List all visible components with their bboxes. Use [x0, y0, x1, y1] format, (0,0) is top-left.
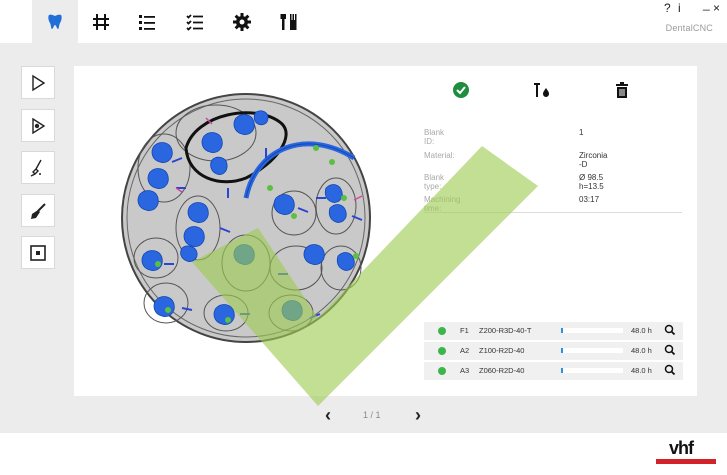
zoom-job-button[interactable]	[664, 344, 676, 358]
preview-button[interactable]	[21, 109, 55, 142]
info-divider	[424, 212, 682, 213]
minimize-button[interactable]: _	[703, 0, 710, 11]
info-label: Machining time:	[424, 195, 461, 213]
job-name: Z060-R2D-40	[479, 366, 525, 375]
tab-list[interactable]	[124, 0, 170, 43]
vhf-logo: vhf	[656, 438, 716, 466]
prev-page-button[interactable]: ‹	[325, 405, 331, 425]
gear-icon	[233, 12, 251, 31]
mill-button[interactable]	[21, 151, 55, 184]
pager: ‹ 1 / 1 ›	[325, 405, 435, 425]
close-button[interactable]: ×	[713, 1, 720, 15]
job-progress-bar	[561, 348, 623, 353]
blank-nesting-view[interactable]	[116, 88, 376, 348]
delete-button[interactable]	[611, 79, 633, 101]
brush-icon	[31, 202, 46, 219]
tab-tools[interactable]	[266, 0, 312, 43]
job-position: A3	[460, 366, 470, 375]
info-value: 03:17	[579, 195, 600, 204]
job-position: A2	[460, 346, 470, 355]
job-row[interactable]: A3 Z060-R2D-40 48.0 h	[424, 362, 683, 380]
trash-icon	[616, 82, 628, 98]
tool-drop-icon	[534, 83, 549, 97]
help-button[interactable]: ?	[664, 1, 671, 15]
zoom-job-button[interactable]	[664, 324, 676, 338]
logo-bar	[656, 459, 716, 464]
info-value: Ø 98.5 h=13.5	[579, 173, 604, 191]
milling-tool-icon	[30, 159, 42, 177]
progress-fill	[561, 348, 563, 353]
list-icon	[139, 14, 155, 30]
status-dot	[438, 347, 446, 355]
position-button[interactable]	[21, 236, 55, 269]
eye-play-icon	[32, 117, 46, 134]
clean-button[interactable]	[21, 194, 55, 227]
tab-tooth[interactable]	[32, 0, 78, 43]
tab-settings[interactable]	[219, 0, 265, 43]
job-time: 48.0 h	[631, 366, 652, 375]
job-position: F1	[460, 326, 469, 335]
status-dot	[438, 327, 446, 335]
tool-liquid-button[interactable]	[531, 79, 553, 101]
top-bar: ? i _ × DentalCNC	[0, 0, 727, 43]
magnifier-icon	[664, 364, 676, 376]
blank-panel: Blank ID: 1 Material: Zirconia -D Blank ty…	[74, 66, 697, 396]
confirm-button[interactable]	[450, 79, 472, 101]
checklist-icon	[186, 13, 203, 31]
brand-label: DentalCNC	[665, 23, 713, 33]
progress-fill	[561, 368, 563, 373]
next-page-button[interactable]: ›	[415, 405, 421, 425]
zoom-job-button[interactable]	[664, 364, 676, 378]
job-name: Z200-R3D-40-T	[479, 326, 532, 335]
job-row[interactable]: F1 Z200-R3D-40-T 48.0 h	[424, 322, 683, 340]
info-label: Blank type:	[424, 173, 445, 191]
info-value: 1	[579, 128, 584, 137]
tools-icon	[280, 13, 297, 30]
info-button[interactable]: i	[678, 1, 681, 15]
logo-text: vhf	[669, 438, 694, 458]
job-time: 48.0 h	[631, 346, 652, 355]
job-time: 48.0 h	[631, 326, 652, 335]
info-label: Material:	[424, 151, 455, 160]
confirm-check-icon	[453, 82, 469, 98]
magnifier-icon	[664, 344, 676, 356]
job-row[interactable]: A2 Z100-R2D-40 48.0 h	[424, 342, 683, 360]
progress-fill	[561, 328, 563, 333]
magnifier-icon	[664, 324, 676, 336]
bottom-bar	[0, 433, 727, 475]
tooth-icon	[48, 14, 62, 29]
info-label: Blank ID:	[424, 128, 445, 146]
start-button[interactable]	[21, 66, 55, 99]
info-value: Zirconia -D	[579, 151, 608, 169]
tab-crosshair[interactable]	[78, 0, 124, 43]
play-icon	[32, 74, 46, 91]
job-progress-bar	[561, 368, 623, 373]
job-name: Z100-R2D-40	[479, 346, 525, 355]
status-dot	[438, 367, 446, 375]
target-square-icon	[30, 244, 46, 261]
job-progress-bar	[561, 328, 623, 333]
crosshair-icon	[93, 13, 109, 30]
tab-checklist[interactable]	[172, 0, 218, 43]
page-indicator: 1 / 1	[363, 410, 381, 420]
